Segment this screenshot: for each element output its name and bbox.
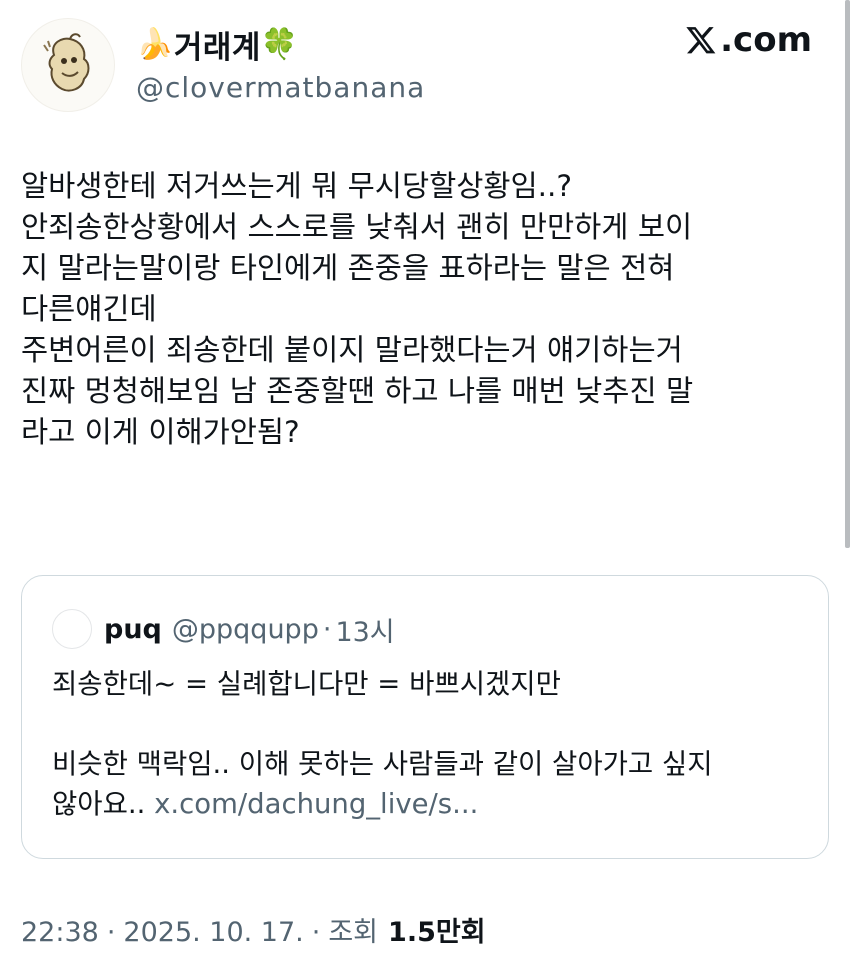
quoted-author-handle[interactable]: @ppqqupp <box>172 614 319 645</box>
post-date[interactable]: 2025. 10. 17. <box>123 917 303 948</box>
quote-blank-line <box>52 704 812 744</box>
post-time[interactable]: 22:38 <box>21 917 99 948</box>
quote-line: 비슷한 맥락임.. 이해 못하는 사람들과 같이 살아가고 싶지 <box>52 748 713 780</box>
avatar-sketch-icon <box>43 33 90 92</box>
author-avatar[interactable] <box>21 18 115 112</box>
quoted-tweet-header: puq @ppqqupp · 13시 <box>52 609 395 649</box>
quote-line-text: 않아요.. <box>52 788 155 820</box>
separator-dot: · <box>322 613 332 645</box>
tweet-line: 주변어른이 죄송한데 붙이지 말라했다는거 얘기하는거 <box>21 333 683 367</box>
tweet-line: 알바생한테 저거쓰는게 뭐 무시당할상황임..? <box>21 169 573 203</box>
tweet-line: 진짜 멍청해보임 남 존중할땐 하고 나를 매번 낮추진 말 <box>21 374 694 408</box>
x-logo-icon <box>686 27 716 54</box>
scrollbar[interactable] <box>845 0 850 548</box>
tweet-header: 🍌 거래계 🍀 @clovermatbanana .com <box>18 8 812 118</box>
tweet-body: 알바생한테 저거쓰는게 뭐 무시당할상황임..? 안죄송한상황에서 스스로를 낮… <box>21 166 821 453</box>
quote-line: 않아요.. x.com/dachung_live/s... <box>52 784 812 824</box>
clover-emoji-icon: 🍀 <box>260 27 299 62</box>
separator-dot: · <box>106 917 116 948</box>
banana-emoji-icon: 🍌 <box>136 27 174 62</box>
views-unit: 만회 <box>435 917 486 948</box>
views-label: 조회 <box>328 917 379 948</box>
brand-domain: .com <box>720 20 812 60</box>
quoted-tweet-time[interactable]: 13시 <box>335 610 394 649</box>
quoted-author-name[interactable]: puq <box>104 614 162 645</box>
tweet-line: 라고 이게 이해가안됨? <box>21 415 300 449</box>
views-count: 1.5 <box>388 917 436 948</box>
quoted-author-avatar[interactable] <box>52 609 92 649</box>
separator-dot: · <box>311 917 321 948</box>
quote-link[interactable]: x.com/dachung_live/s... <box>154 788 478 820</box>
quoted-tweet-card[interactable]: puq @ppqqupp · 13시 죄송한데~ = 실례합니다만 = 바쁘시겠… <box>21 575 829 859</box>
display-name: 거래계 <box>173 30 261 66</box>
author-name[interactable]: 🍌 거래계 🍀 <box>136 22 299 67</box>
author-handle[interactable]: @clovermatbanana <box>136 71 425 104</box>
tweet-meta: 22:38 · 2025. 10. 17. · 조회 1.5 만회 <box>21 910 486 949</box>
quote-line: 죄송한데~ = 실례합니다만 = 바쁘시겠지만 <box>52 668 561 700</box>
tweet-line: 안죄송한상황에서 스스로를 낮춰서 괜히 만만하게 보이 <box>21 210 693 244</box>
brand-mark: .com <box>684 20 812 60</box>
tweet-line: 다른얘긴데 <box>21 292 157 326</box>
quoted-tweet-body: 죄송한데~ = 실례합니다만 = 바쁘시겠지만 비슷한 맥락임.. 이해 못하는… <box>52 664 812 824</box>
tweet-line: 지 말라는말이랑 타인에게 존중을 표하라는 말은 전혀 <box>21 251 675 285</box>
